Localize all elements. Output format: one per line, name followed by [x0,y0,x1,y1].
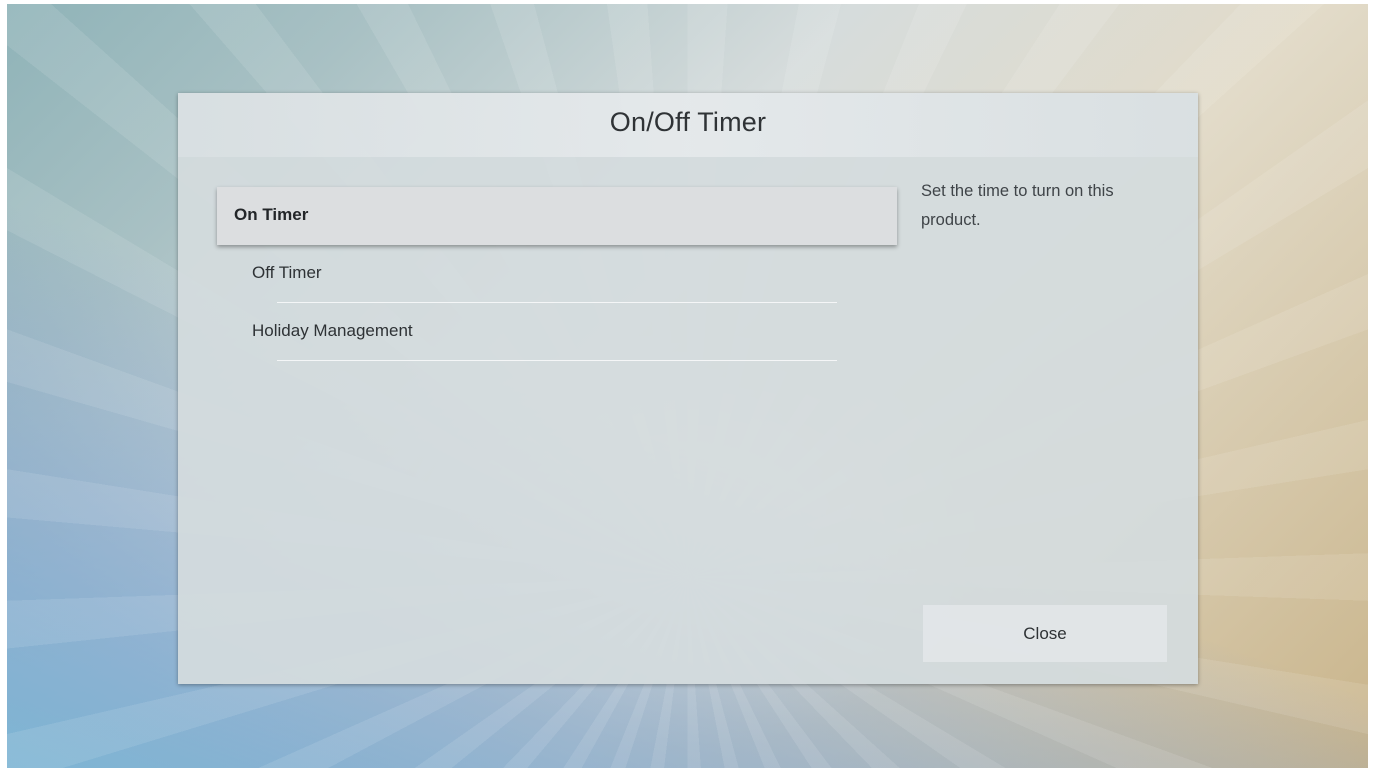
menu-item-label: Holiday Management [252,321,413,340]
close-button[interactable]: Close [923,605,1167,662]
on-off-timer-dialog: On/Off Timer On Timer Off Timer Holiday … [178,93,1198,684]
menu-item-off-timer[interactable]: Off Timer [217,245,897,303]
menu-item-label: On Timer [234,205,309,224]
menu-item-holiday-management[interactable]: Holiday Management [217,303,897,361]
menu-item-on-timer[interactable]: On Timer [217,187,897,245]
dialog-title: On/Off Timer [609,107,767,137]
timer-menu: On Timer Off Timer Holiday Management [217,187,897,361]
item-description: Set the time to turn on this product. [921,182,1114,229]
dialog-title-bar: On/Off Timer [178,93,1198,157]
menu-item-label: Off Timer [252,263,322,282]
